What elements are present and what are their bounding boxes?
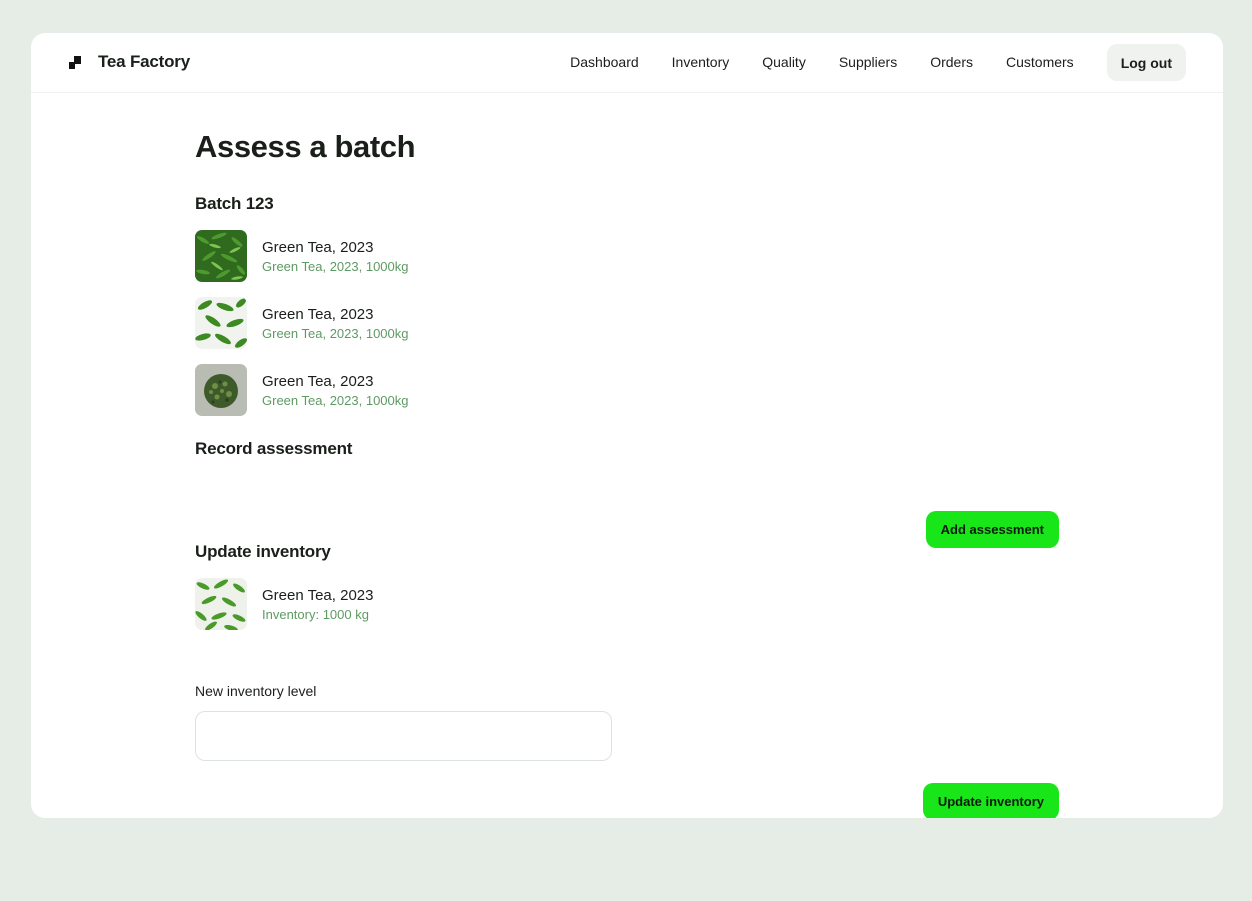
app-name: Tea Factory — [98, 52, 190, 71]
item-details: Green Tea, 2023, 1000kg — [262, 258, 409, 274]
update-inventory-button[interactable]: Update inventory — [922, 783, 1059, 818]
page-title: Assess a batch — [195, 129, 416, 164]
batch-item[interactable]: Green Tea, 2023 Green Tea, 2023, 1000kg — [195, 230, 409, 282]
nav-inventory[interactable]: Inventory — [672, 44, 730, 81]
batch-title: Batch 123 — [195, 194, 274, 213]
app-window: Tea Factory Dashboard Inventory Quality … — [31, 33, 1223, 818]
tea-thumbnail — [195, 230, 247, 282]
tea-thumbnail — [195, 297, 247, 349]
nav-dashboard[interactable]: Dashboard — [570, 44, 639, 81]
item-name: Green Tea, 2023 — [262, 372, 374, 390]
batch-item[interactable]: Green Tea, 2023 Green Tea, 2023, 1000kg — [195, 364, 409, 416]
nav-orders[interactable]: Orders — [930, 44, 973, 81]
item-details: Green Tea, 2023, 1000kg — [262, 392, 409, 408]
new-inventory-input[interactable] — [195, 711, 612, 761]
logo-mark-icon — [69, 56, 81, 69]
main-nav: Dashboard Inventory Quality Suppliers Or… — [570, 44, 1186, 81]
nav-suppliers[interactable]: Suppliers — [839, 44, 897, 81]
add-assessment-button[interactable]: Add assessment — [925, 511, 1059, 548]
nav-customers[interactable]: Customers — [1006, 44, 1074, 81]
tea-thumbnail — [195, 578, 247, 630]
top-bar: Tea Factory Dashboard Inventory Quality … — [31, 33, 1223, 93]
item-name: Green Tea, 2023 — [262, 238, 374, 256]
nav-quality[interactable]: Quality — [762, 44, 806, 81]
inventory-item[interactable]: Green Tea, 2023 Inventory: 1000 kg — [195, 578, 373, 630]
new-inventory-label: New inventory level — [195, 683, 317, 699]
item-details: Green Tea, 2023, 1000kg — [262, 325, 409, 341]
record-assessment-title: Record assessment — [195, 439, 353, 458]
batch-item[interactable]: Green Tea, 2023 Green Tea, 2023, 1000kg — [195, 297, 409, 349]
inventory-amount: Inventory: 1000 kg — [262, 606, 369, 622]
item-name: Green Tea, 2023 — [262, 586, 374, 604]
logout-button[interactable]: Log out — [1106, 44, 1186, 81]
update-inventory-title: Update inventory — [195, 542, 331, 561]
tea-thumbnail — [195, 364, 247, 416]
item-name: Green Tea, 2023 — [262, 305, 374, 323]
